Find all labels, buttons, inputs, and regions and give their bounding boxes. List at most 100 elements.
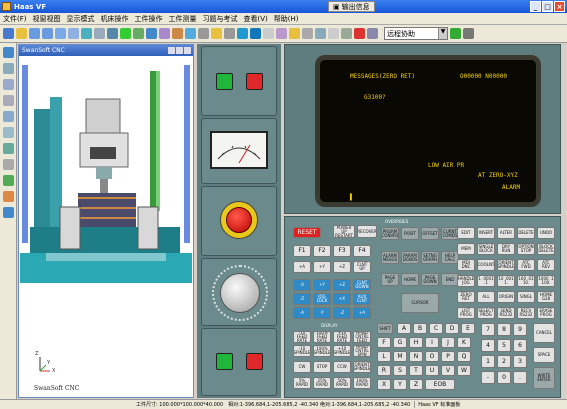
letter-key[interactable]: V xyxy=(441,365,455,376)
select-icon[interactable] xyxy=(94,28,105,39)
letter-key[interactable]: G xyxy=(393,337,407,348)
override-key[interactable]: 100% RAPID xyxy=(353,377,371,389)
front-view-icon[interactable] xyxy=(146,28,157,39)
edit-key[interactable]: ZERO RET xyxy=(457,291,475,303)
zoom-in-icon[interactable] xyxy=(29,28,40,39)
jog-key[interactable]: -Y xyxy=(313,307,331,319)
jog-key[interactable]: +Y xyxy=(313,279,331,291)
edit-key[interactable]: ORIGIN xyxy=(497,291,515,303)
letter-key[interactable]: D xyxy=(445,323,459,334)
edit-key[interactable]: 10 .001 1. xyxy=(497,275,515,287)
space-key[interactable]: SPACE xyxy=(533,347,555,363)
edit-key[interactable]: HANDLE JOG xyxy=(457,275,475,287)
jog-key[interactable]: +Z xyxy=(333,261,351,273)
letter-key[interactable]: J xyxy=(441,337,455,348)
menu-machine-operation[interactable]: 机床操作 xyxy=(98,14,132,24)
letter-key[interactable]: A xyxy=(397,323,411,334)
edit-key[interactable]: ATC REV xyxy=(537,259,555,271)
edit-key[interactable]: LIST PROG xyxy=(457,307,475,319)
edit-key[interactable]: RECV RS232 xyxy=(517,307,535,319)
f1-key[interactable]: F1 xyxy=(293,245,311,257)
edit-key[interactable]: INSERT xyxy=(477,227,495,239)
letter-key[interactable]: P xyxy=(441,351,455,362)
left-tool-10-icon[interactable] xyxy=(3,191,14,202)
output-window-button[interactable]: ▣ 输出信息 xyxy=(328,1,375,12)
display-key[interactable]: POSIT xyxy=(401,227,419,240)
digit-key[interactable]: 1 xyxy=(481,355,495,368)
zoom-out-icon[interactable] xyxy=(42,28,53,39)
wireframe-icon[interactable] xyxy=(120,28,131,39)
digit-key[interactable]: 7 xyxy=(481,323,495,336)
menu-view[interactable]: 查看(V) xyxy=(241,14,271,24)
letter-key[interactable]: K xyxy=(457,337,471,348)
edit-key[interactable]: SINGL xyxy=(517,291,535,303)
home-key[interactable]: HOME xyxy=(401,273,419,286)
power-on-button[interactable] xyxy=(216,73,233,90)
edit-key[interactable]: SINGLE BLOCK xyxy=(477,243,495,255)
menu-workpiece-operation[interactable]: 工件操作 xyxy=(132,14,166,24)
letter-key[interactable]: W xyxy=(457,365,471,376)
edit-key[interactable]: ALTER xyxy=(497,227,515,239)
edit-key[interactable]: 1 .0001 .1 xyxy=(477,275,495,287)
digit-key[interactable]: 4 xyxy=(481,339,495,352)
ruler-icon[interactable] xyxy=(302,28,313,39)
power-off-button[interactable] xyxy=(246,73,263,90)
edit-key[interactable]: BLOCK DELETE xyxy=(537,243,555,255)
sim-close-button[interactable] xyxy=(184,47,191,54)
edit-key[interactable]: ERASE PROG xyxy=(537,307,555,319)
machine-3d-view[interactable]: Z X Y SwanSoft CNC xyxy=(20,57,192,397)
edit-key[interactable]: SEND RS232 xyxy=(497,307,515,319)
letter-key[interactable]: C xyxy=(429,323,443,334)
f2-key[interactable]: F2 xyxy=(313,245,331,257)
cancel-key[interactable]: CANCEL xyxy=(533,323,555,343)
edit-key[interactable]: ORIENT SPINDLE xyxy=(497,259,515,271)
remote-mode-select[interactable]: 远程协助 ▼ xyxy=(384,27,448,40)
spindle-key[interactable]: CW xyxy=(293,361,311,373)
write-enter-key[interactable]: WRITE ENTER xyxy=(533,367,555,389)
jog-key[interactable]: +Z xyxy=(333,279,351,291)
override-key[interactable]: +10 SPINDLE xyxy=(333,345,351,357)
override-key[interactable]: 100% SPINDLE xyxy=(313,345,331,357)
letter-key[interactable]: R xyxy=(377,365,391,376)
cursor-key[interactable]: CURSOR xyxy=(401,293,439,313)
letter-key[interactable]: E xyxy=(461,323,475,334)
menu-display-mode[interactable]: 显示模式 xyxy=(64,14,98,24)
menu-file[interactable]: 文件(F) xyxy=(0,14,30,24)
menu-view-window[interactable]: 视窗视图 xyxy=(30,14,64,24)
letter-key[interactable]: Q xyxy=(457,351,471,362)
edit-key[interactable]: UNDO xyxy=(537,227,555,239)
left-tool-3-icon[interactable] xyxy=(3,79,14,90)
feed-hold-button[interactable] xyxy=(246,353,263,370)
override-key[interactable]: -10 FEED RATE xyxy=(293,331,311,343)
edit-key[interactable]: HOME G28 xyxy=(537,291,555,303)
left-tool-1-icon[interactable] xyxy=(3,47,14,58)
menu-help[interactable]: 帮助(H) xyxy=(271,14,302,24)
display-key[interactable]: PARAM DGNOS xyxy=(401,251,419,264)
left-tool-7-icon[interactable] xyxy=(3,143,14,154)
sim-maximize-button[interactable] xyxy=(176,47,183,54)
jog-key[interactable]: -Z xyxy=(293,293,311,305)
maximize-button[interactable]: □ xyxy=(542,1,553,12)
camera-icon[interactable] xyxy=(224,28,235,39)
measure-icon[interactable] xyxy=(289,28,300,39)
menu-exercise-exam[interactable]: 习题与考试 xyxy=(200,14,241,24)
reset-key[interactable]: RESET xyxy=(293,227,321,238)
open-icon[interactable] xyxy=(16,28,27,39)
stop-icon[interactable] xyxy=(463,28,474,39)
minimize-button[interactable]: _ xyxy=(530,1,541,12)
jog-key[interactable]: +X xyxy=(333,293,351,305)
letter-key[interactable]: U xyxy=(425,365,439,376)
edit-key[interactable]: SELECT PROG xyxy=(477,307,495,319)
edit-key[interactable]: MDI DNC xyxy=(457,259,475,271)
letter-key[interactable]: S xyxy=(393,365,407,376)
tool-icon[interactable] xyxy=(276,28,287,39)
light-icon[interactable] xyxy=(211,28,222,39)
digit-key[interactable]: . xyxy=(513,371,527,384)
spindle-key[interactable]: STOP xyxy=(313,361,331,373)
letter-key[interactable]: Z xyxy=(409,379,423,390)
letter-key[interactable]: O xyxy=(425,351,439,362)
letter-key[interactable]: X xyxy=(377,379,391,390)
jog-key[interactable]: -X xyxy=(293,279,311,291)
sim-minimize-button[interactable] xyxy=(168,47,175,54)
probe-icon[interactable] xyxy=(315,28,326,39)
